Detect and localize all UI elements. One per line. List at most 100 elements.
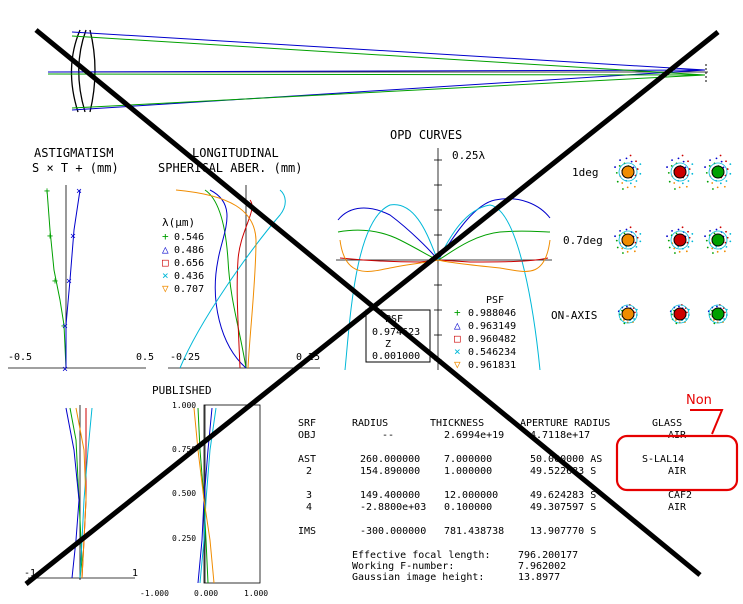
table-row: AST 260.000000 7.000000 50.000000 AS S-LAL14 bbox=[298, 454, 684, 465]
annotation-pointer bbox=[690, 409, 724, 435]
longit-xmin: -0.25 bbox=[170, 352, 200, 363]
svg-text:+: + bbox=[47, 231, 53, 242]
astig-xmax: 0.5 bbox=[136, 352, 154, 363]
svg-text:0.000: 0.000 bbox=[194, 589, 218, 598]
spot-diagram bbox=[669, 304, 690, 325]
psf-symbol: △ bbox=[454, 319, 461, 332]
svg-text:×: × bbox=[62, 364, 68, 375]
spot-row-label-3: ON-AXIS bbox=[551, 309, 597, 322]
svg-text:0.001000: 0.001000 bbox=[372, 351, 420, 362]
psf-symbol: ▽ bbox=[454, 358, 461, 371]
psf-value: 0.960482 bbox=[468, 334, 516, 345]
table-cell: 781.438738 bbox=[444, 526, 504, 537]
summary-value: 7.962002 bbox=[518, 561, 566, 572]
table-cell: S-LAL14 bbox=[642, 454, 684, 465]
table-row: 4 -2.8800e+03 0.100000 49.307597 S AIR bbox=[306, 502, 687, 513]
table-row: IMS -300.000000 781.438738 13.907770 S bbox=[298, 526, 596, 537]
opd-curve-green bbox=[337, 229, 551, 261]
spot-diagram bbox=[704, 154, 732, 190]
astigmatism-title: ASTIGMATISM bbox=[34, 146, 113, 160]
spot-diagram bbox=[704, 226, 732, 254]
table-cell: 7.000000 bbox=[444, 454, 492, 465]
table-row: 2 154.890000 1.000000 49.522683 S AIR bbox=[306, 466, 687, 477]
lens-element-3 bbox=[89, 29, 96, 113]
lens-design-report: ASTIGMATISM S × T + (mm) + + + + × × × × × -… bbox=[8, 28, 739, 598]
table-cell: 154.890000 bbox=[360, 466, 420, 477]
opd-psf-box: PSF 0.974623 Z 0.001000 bbox=[365, 309, 431, 363]
lens-layout-diagram bbox=[47, 29, 708, 113]
table-cell: 1.000000 bbox=[444, 466, 492, 477]
annotation-text: Non bbox=[686, 393, 712, 408]
summary-label: Gaussian image height: bbox=[352, 572, 484, 583]
ray-green-bottom bbox=[71, 74, 706, 109]
svg-text:1.000: 1.000 bbox=[244, 589, 268, 598]
svg-text:×: × bbox=[66, 276, 72, 287]
table-cell: 260.000000 bbox=[360, 454, 420, 465]
table-cell: 149.400000 bbox=[360, 490, 420, 501]
opd-scale: 0.25λ bbox=[452, 149, 485, 162]
summary-label: Effective focal length: bbox=[352, 550, 490, 561]
table-cell: 4 bbox=[306, 502, 312, 513]
longit-wave-header: λ(μm) bbox=[162, 216, 195, 229]
table-row: 3 149.400000 12.000000 49.624283 S CAF2 bbox=[306, 490, 692, 501]
longit-title: LONGITUDINAL bbox=[192, 146, 279, 160]
ray-green-mid bbox=[47, 73, 706, 76]
table-cell: 2.6994e+19 bbox=[444, 430, 504, 441]
svg-text:×: × bbox=[70, 231, 76, 242]
table-cell: OBJ bbox=[298, 430, 316, 441]
psf-value: 0.546234 bbox=[468, 347, 516, 358]
svg-text:+: + bbox=[52, 276, 58, 287]
longit-curve-green bbox=[204, 189, 247, 369]
table-cell: 49.522683 S bbox=[530, 466, 596, 477]
table-column-header: SRF bbox=[298, 418, 316, 429]
svg-text:×: × bbox=[76, 186, 82, 197]
summary-value: 13.8977 bbox=[518, 572, 560, 583]
table-cell: AST bbox=[298, 454, 316, 465]
astigmatism-legend: S × T + (mm) bbox=[32, 161, 119, 175]
published-y-ticks: 1.000 0.750 0.500 0.250 bbox=[172, 401, 196, 543]
table-cell: CAF2 bbox=[668, 490, 692, 501]
wavelength-value: 0.707 bbox=[174, 284, 204, 295]
psf-value: 0.963149 bbox=[468, 321, 516, 332]
psf-symbol: × bbox=[454, 345, 461, 358]
table-column-header: GLASS bbox=[652, 418, 682, 429]
spot-row-label-1: 1deg bbox=[572, 166, 599, 179]
spot-diagrams: 1deg 0.7deg ON-AXIS bbox=[551, 154, 732, 325]
summary-label: Working F-number: bbox=[352, 561, 454, 572]
astig-xmin: -0.5 bbox=[8, 352, 32, 363]
table-column-header: APERTURE RADIUS bbox=[520, 418, 610, 429]
svg-text:0.250: 0.250 bbox=[172, 534, 196, 543]
spot-diagram bbox=[666, 226, 694, 254]
table-column-header: RADIUS bbox=[352, 418, 388, 429]
opd-psf-header: PSF bbox=[486, 295, 504, 306]
psf-value: 0.961831 bbox=[468, 360, 516, 371]
spot-diagram bbox=[617, 304, 638, 325]
table-cell: 13.907770 S bbox=[530, 526, 596, 537]
astigmatism-plot: ASTIGMATISM S × T + (mm) ++ ++ ×× ×× × -… bbox=[8, 146, 154, 375]
table-cell: -2.8800e+03 bbox=[360, 502, 426, 513]
table-cell: -- bbox=[382, 430, 394, 441]
wavelength-value: 0.656 bbox=[174, 258, 204, 269]
longit-subtitle: SPHERICAL ABER. (mm) bbox=[158, 161, 303, 175]
wavelength-symbol: □ bbox=[162, 256, 169, 269]
wavelength-symbol: + bbox=[162, 230, 169, 243]
table-cell: 3 bbox=[306, 490, 312, 501]
table-cell: AIR bbox=[668, 466, 687, 477]
longitudinal-plot: LONGITUDINAL SPHERICAL ABER. (mm) λ(μm) … bbox=[158, 146, 320, 369]
svg-text:+: + bbox=[44, 186, 50, 197]
opd-title: OPD CURVES bbox=[390, 128, 462, 142]
svg-text:Z: Z bbox=[385, 339, 391, 350]
wavelength-value: 0.486 bbox=[174, 245, 204, 256]
spot-diagram bbox=[614, 226, 642, 254]
wavelength-symbol: × bbox=[162, 269, 169, 282]
summary-value: 796.200177 bbox=[518, 550, 578, 561]
ray-blue-top bbox=[71, 31, 706, 71]
table-cell: -300.000000 bbox=[360, 526, 426, 537]
svg-text:-1.000: -1.000 bbox=[140, 589, 169, 598]
svg-text:0.500: 0.500 bbox=[172, 489, 196, 498]
ray-green-top bbox=[71, 35, 706, 76]
spot-diagram bbox=[614, 154, 642, 190]
table-cell: 4.7118e+17 bbox=[530, 430, 590, 441]
psf-symbol: □ bbox=[454, 332, 461, 345]
table-cell: 0.100000 bbox=[444, 502, 492, 513]
